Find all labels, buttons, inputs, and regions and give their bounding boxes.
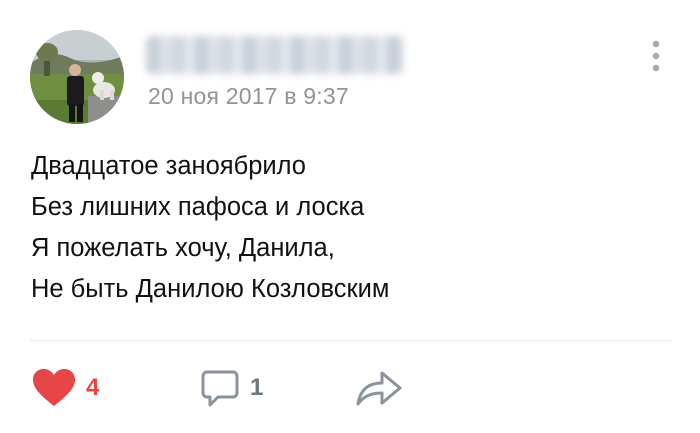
author-name-blurred[interactable]	[146, 36, 404, 74]
more-options-button[interactable]	[646, 38, 666, 74]
comment-icon	[201, 370, 239, 407]
post-text-line: Не быть Данилою Козловским	[31, 275, 390, 303]
post-text-line: Двадцатое заноябрило	[31, 152, 306, 180]
post-date[interactable]: 20 ноя 2017 в 9:37	[148, 83, 349, 110]
heart-icon	[33, 369, 75, 406]
post-text-line: Без лишних пафоса и лоска	[31, 193, 365, 221]
share-icon	[356, 371, 402, 406]
comment-button[interactable]: 1	[200, 362, 263, 414]
avatar[interactable]	[30, 30, 124, 124]
comment-count: 1	[250, 374, 264, 401]
wall-post: 20 ноя 2017 в 9:37 Двадцатое заноябрило …	[0, 0, 700, 433]
like-button[interactable]: 4	[32, 362, 99, 414]
post-text-line: Я пожелать хочу, Данила,	[31, 234, 335, 262]
like-count: 4	[86, 374, 100, 401]
more-vertical-icon	[652, 40, 660, 72]
post-text: Двадцатое заноябрило Без лишних пафоса и…	[31, 146, 389, 310]
share-button[interactable]	[354, 362, 404, 414]
divider	[30, 340, 672, 341]
avatar-photo-icon	[30, 30, 124, 124]
